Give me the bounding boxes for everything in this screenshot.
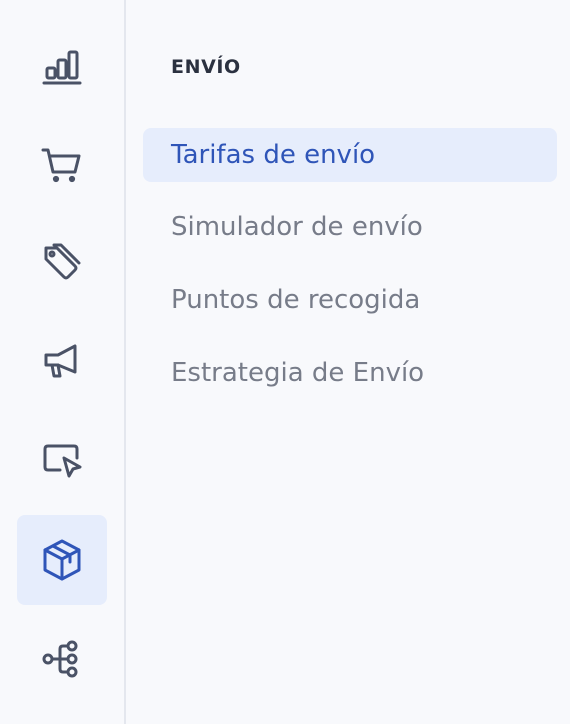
package-box-icon [43, 539, 81, 581]
section-title: ENVÍO [171, 56, 241, 78]
screen-cursor-icon [43, 444, 82, 478]
menu-item-shipping-strategy[interactable]: Estrategia de Envío [143, 346, 557, 400]
rail-item-online-store[interactable] [17, 415, 107, 505]
workflow-icon [42, 640, 78, 678]
shipping-submenu-panel: ENVÍO Tarifas de envío Simulador de enví… [126, 0, 570, 724]
rail-item-integrations[interactable] [17, 614, 107, 704]
rail-item-analytics[interactable] [17, 20, 107, 110]
rail-item-shipping[interactable] [17, 515, 107, 605]
icon-rail [0, 0, 126, 724]
menu-item-label: Estrategia de Envío [171, 358, 425, 388]
menu-item-shipping-simulator[interactable]: Simulador de envío [143, 200, 557, 254]
megaphone-icon [44, 344, 77, 378]
menu-item-shipping-rates[interactable]: Tarifas de envío [143, 128, 557, 182]
tags-icon [44, 243, 81, 280]
rail-item-marketing[interactable] [17, 316, 107, 406]
bar-chart-icon [42, 50, 82, 85]
menu-item-label: Simulador de envío [171, 212, 423, 242]
rail-item-products[interactable] [17, 217, 107, 307]
menu-item-pickup-points[interactable]: Puntos de recogida [143, 273, 557, 327]
menu-item-label: Puntos de recogida [171, 285, 421, 315]
rail-item-orders[interactable] [17, 118, 107, 208]
menu-item-label: Tarifas de envío [171, 140, 376, 170]
shopping-cart-icon [41, 148, 81, 183]
